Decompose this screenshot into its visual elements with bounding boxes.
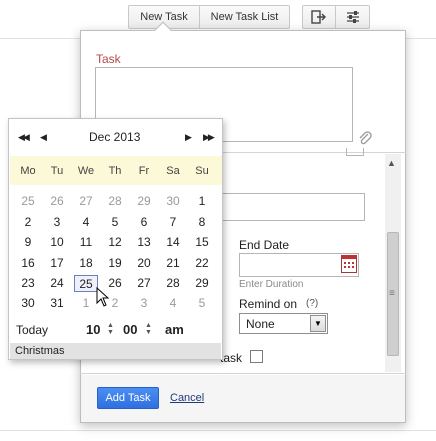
- partial-field: [346, 148, 364, 156]
- mouse-pointer-icon: [96, 287, 110, 307]
- task-label: Task: [96, 52, 121, 66]
- day-cell[interactable]: 3: [132, 295, 156, 312]
- day-cell[interactable]: 27: [132, 275, 156, 292]
- day-cell[interactable]: 4: [161, 295, 185, 312]
- day-cell[interactable]: 25: [16, 193, 40, 210]
- day-cell[interactable]: 6: [132, 214, 156, 231]
- bottom-divider: [0, 430, 436, 431]
- chevron-down-icon: ▼: [310, 315, 326, 332]
- remind-help-link[interactable]: (?): [306, 298, 318, 309]
- day-cell[interactable]: 3: [45, 214, 69, 231]
- settings-button[interactable]: [336, 5, 370, 29]
- day-cell[interactable]: 1: [74, 295, 98, 312]
- day-cell[interactable]: 27: [74, 193, 98, 210]
- day-cell[interactable]: 23: [16, 275, 40, 292]
- recurring-task-label: task: [220, 351, 243, 365]
- settings-sliders-icon: [346, 11, 359, 23]
- hour-value[interactable]: 10: [86, 322, 100, 337]
- add-task-button[interactable]: Add Task: [97, 387, 159, 409]
- day-cell[interactable]: 30: [161, 193, 185, 210]
- day-cell[interactable]: 13: [132, 234, 156, 251]
- date-picker-nav: ◀◀ ◀ Dec 2013 ▶ ▶▶: [9, 119, 222, 157]
- day-cell[interactable]: 7: [161, 214, 185, 231]
- date-picker: ◀◀ ◀ Dec 2013 ▶ ▶▶ Mo Tu We Th Fr Sa Su 25 26 27…: [8, 118, 223, 360]
- remind-on-value: None: [246, 317, 275, 331]
- weekday-header: Mo Tu We Th Fr Sa Su: [10, 156, 222, 185]
- date-picker-title: Dec 2013: [89, 130, 141, 144]
- day-cell[interactable]: 5: [103, 214, 127, 231]
- remind-on-select[interactable]: None ▼: [239, 313, 328, 334]
- day-cell[interactable]: 25: [74, 275, 98, 292]
- today-button[interactable]: Today: [16, 323, 48, 337]
- day-cell[interactable]: 20: [132, 255, 156, 272]
- weekday-3: Th: [108, 165, 122, 177]
- day-cell[interactable]: 18: [74, 255, 98, 272]
- weekday-6: Su: [195, 165, 209, 177]
- next-month-icon[interactable]: ▶: [185, 132, 192, 143]
- day-cell[interactable]: 1: [190, 193, 214, 210]
- recurring-task-checkbox[interactable]: [250, 350, 263, 363]
- day-cell[interactable]: 28: [103, 193, 127, 210]
- day-cell[interactable]: 2: [16, 214, 40, 231]
- hour-spinner-icon[interactable]: ▲ ▼: [107, 322, 114, 336]
- duration-hint: Enter Duration: [239, 279, 304, 290]
- day-cell[interactable]: 28: [161, 275, 185, 292]
- first-month-icon[interactable]: ◀◀: [18, 132, 30, 143]
- day-cell[interactable]: 4: [74, 214, 98, 231]
- day-cell[interactable]: 21: [161, 255, 185, 272]
- day-cell[interactable]: 10: [45, 234, 69, 251]
- calendar-icon[interactable]: [341, 255, 357, 273]
- ampm-value[interactable]: am: [165, 322, 184, 337]
- day-cell[interactable]: 14: [161, 234, 185, 251]
- weekday-1: Tu: [50, 165, 64, 177]
- day-cell[interactable]: 15: [190, 234, 214, 251]
- time-picker: Today 10 ▲ ▼ 00 ▲ ▼ am: [9, 319, 222, 341]
- export-icon: [311, 10, 326, 24]
- day-cell[interactable]: 19: [103, 255, 127, 272]
- previous-month-icon[interactable]: ◀: [40, 132, 47, 143]
- day-cell[interactable]: 16: [16, 255, 40, 272]
- scroll-up-icon[interactable]: ▲: [387, 158, 396, 168]
- day-cell[interactable]: 17: [45, 255, 69, 272]
- end-date-label: End Date: [239, 238, 290, 252]
- remind-on-label: Remind on: [239, 297, 298, 311]
- day-cell[interactable]: 24: [45, 275, 69, 292]
- weekday-2: We: [77, 165, 95, 177]
- weekday-5: Sa: [166, 165, 180, 177]
- minute-value[interactable]: 00: [123, 322, 137, 337]
- scroll-grip-icon: ≡: [389, 288, 395, 299]
- day-cell[interactable]: 26: [45, 193, 69, 210]
- day-cell[interactable]: 9: [16, 234, 40, 251]
- day-cell[interactable]: 11: [74, 234, 98, 251]
- new-task-list-button[interactable]: New Task List: [200, 5, 290, 29]
- day-cell[interactable]: 22: [190, 255, 214, 272]
- cancel-link[interactable]: Cancel: [170, 392, 204, 404]
- day-cell[interactable]: 31: [45, 295, 69, 312]
- holiday-label: Christmas: [10, 343, 221, 359]
- attachment-icon[interactable]: [358, 130, 372, 146]
- weekday-0: Mo: [20, 165, 36, 177]
- day-cell[interactable]: 29: [190, 275, 214, 292]
- day-cell[interactable]: 8: [190, 214, 214, 231]
- last-month-icon[interactable]: ▶▶: [203, 132, 215, 143]
- day-cell[interactable]: 12: [103, 234, 127, 251]
- minute-spinner-icon[interactable]: ▲ ▼: [145, 322, 152, 336]
- weekday-4: Fr: [138, 165, 150, 177]
- day-cell[interactable]: 30: [16, 295, 40, 312]
- export-button[interactable]: [302, 5, 336, 29]
- day-cell[interactable]: 29: [132, 193, 156, 210]
- day-cell[interactable]: 5: [190, 295, 214, 312]
